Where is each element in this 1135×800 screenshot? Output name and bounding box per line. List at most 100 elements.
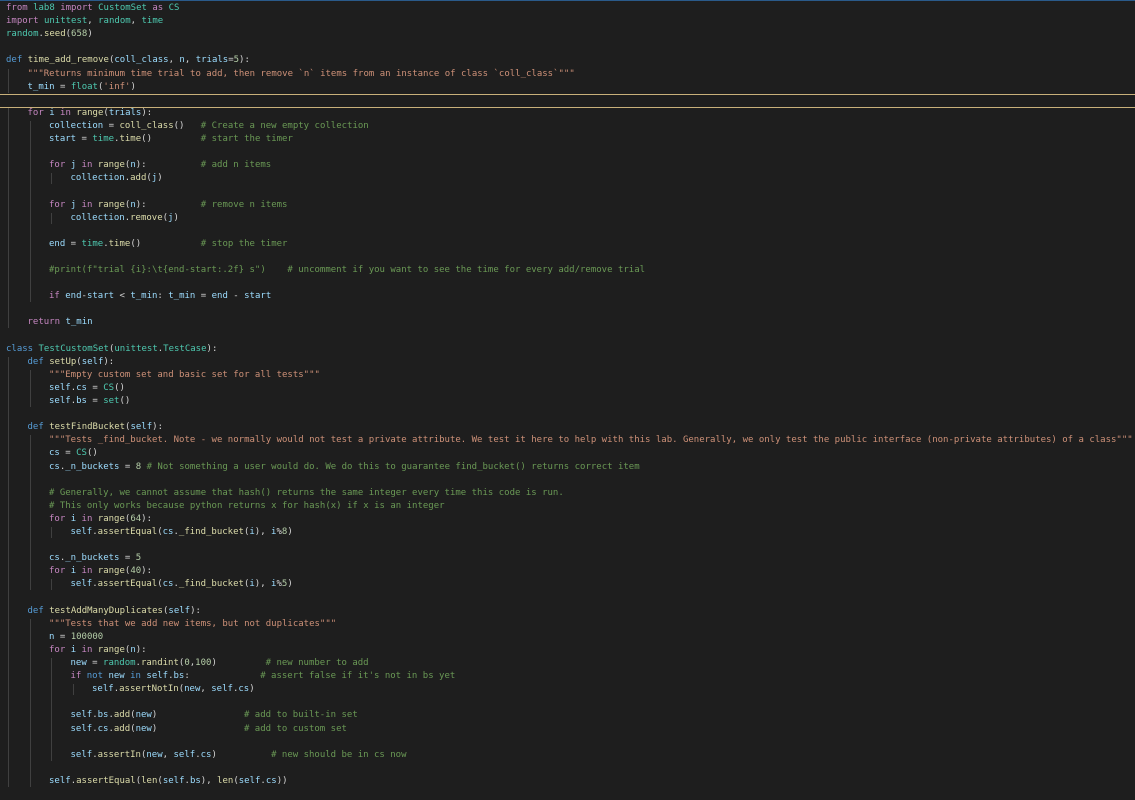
code-token: # add to built-in set [243, 710, 358, 721]
code-line[interactable] [0, 146, 1135, 159]
code-token: CustomSet [98, 3, 147, 13]
code-line[interactable]: """Returns minimum time trial to add, th… [0, 68, 1135, 81]
code-line[interactable]: self.bs = set() [0, 395, 1135, 408]
code-token: self [146, 671, 169, 682]
code-token: float [70, 81, 98, 92]
code-token: remove [130, 212, 163, 223]
code-line[interactable] [0, 736, 1135, 749]
code-line[interactable]: class TestCustomSet(unittest.TestCase): [0, 343, 1135, 356]
code-line[interactable]: for i in range(n): [0, 644, 1135, 657]
indent-guide [29, 369, 31, 408]
code-token: start [86, 291, 115, 302]
code-line[interactable]: if not new in self.bs: # assert false if… [0, 670, 1135, 683]
code-token: coll_class [119, 120, 174, 131]
code-token: lab8 [33, 3, 55, 13]
code-line[interactable] [0, 251, 1135, 264]
code-line[interactable]: random.seed(658) [0, 28, 1135, 41]
code-line[interactable]: self.assertEqual(cs._find_bucket(i), i%5… [0, 578, 1135, 591]
code-line[interactable]: collection.remove(j) [0, 212, 1135, 225]
code-line[interactable]: end = time.time() # stop the timer [0, 238, 1135, 251]
code-line[interactable]: t_min = float('inf') [0, 81, 1135, 94]
code-line[interactable]: #print(f"trial {i}:\t{end-start:.2f} s")… [0, 264, 1135, 277]
code-line[interactable]: for i in range(trials): [0, 107, 1135, 120]
code-line[interactable]: collection.add(j) [0, 172, 1135, 185]
code-line[interactable]: self.assertNotIn(new, self.cs) [0, 683, 1135, 696]
code-token: self [49, 396, 71, 406]
code-line[interactable]: collection = coll_class() # Create a new… [0, 120, 1135, 133]
code-token: ) [211, 749, 272, 760]
code-line[interactable]: self.cs.add(new) # add to custom set [0, 723, 1135, 736]
code-line[interactable]: def time_add_remove(coll_class, n, trial… [0, 54, 1135, 67]
code-line[interactable]: for i in range(40): [0, 565, 1135, 578]
code-line[interactable]: n = 100000 [0, 631, 1135, 644]
code-line[interactable] [0, 277, 1135, 290]
code-line[interactable] [0, 225, 1135, 238]
code-line[interactable]: self.cs = CS() [0, 382, 1135, 395]
code-token: () [130, 238, 201, 249]
code-token: : [157, 291, 169, 302]
code-token: ) [151, 723, 244, 734]
code-line[interactable] [0, 41, 1135, 54]
code-token: def [27, 356, 50, 367]
code-line[interactable]: def setUp(self): [0, 356, 1135, 369]
code-editor[interactable]: from lab8 import CustomSet as CS import u… [0, 0, 1135, 800]
code-line[interactable]: cs = CS() [0, 447, 1135, 460]
code-token: bs [173, 671, 185, 682]
code-line[interactable] [0, 330, 1135, 343]
code-token: cs [76, 382, 87, 393]
code-line[interactable]: start = time.time() # start the timer [0, 133, 1135, 146]
code-line[interactable]: for i in range(64): [0, 513, 1135, 526]
code-line[interactable]: self.assertIn(new, self.cs) # new should… [0, 749, 1135, 762]
code-line[interactable]: new = random.randint(0,100) # new number… [0, 657, 1135, 670]
code-token: - [227, 291, 245, 302]
code-token: ): [141, 513, 152, 524]
code-line[interactable] [0, 474, 1135, 487]
code-token: new [135, 710, 152, 721]
code-line[interactable]: for j in range(n): # add n items [0, 159, 1135, 172]
code-token: end [49, 238, 66, 249]
code-token: time [92, 134, 115, 144]
code-line[interactable]: # This only works because python returns… [0, 500, 1135, 513]
code-line[interactable] [0, 408, 1135, 421]
code-token: _find_bucket [178, 527, 244, 537]
code-line[interactable] [0, 762, 1135, 775]
code-line[interactable]: if end-start < t_min: t_min = end - star… [0, 290, 1135, 303]
code-line[interactable] [0, 696, 1135, 709]
indent-guide [51, 212, 52, 224]
code-line[interactable]: def testFindBucket(self): [0, 421, 1135, 434]
code-token: in [76, 566, 98, 577]
code-line[interactable]: cs._n_buckets = 5 [0, 552, 1135, 565]
code-line[interactable] [0, 303, 1135, 316]
code-line[interactable]: """Tests _find_bucket. Note - we normall… [0, 434, 1135, 447]
code-token: () [86, 448, 98, 459]
code-line[interactable]: import unittest, random, time [0, 15, 1135, 28]
code-line[interactable]: cs._n_buckets = 8 # Not something a user… [0, 461, 1135, 474]
code-line[interactable]: def testAddManyDuplicates(self): [0, 605, 1135, 618]
code-line[interactable]: # Generally, we cannot assume that hash(… [0, 487, 1135, 500]
code-line[interactable] [0, 592, 1135, 605]
code-line[interactable]: return t_min [0, 316, 1135, 329]
code-token: cs [162, 579, 174, 590]
code-token: #print(f"trial {i}:\t{end-start:.2f} s")… [49, 265, 646, 275]
code-line[interactable]: """Empty custom set and basic set for al… [0, 369, 1135, 382]
code-token: time [81, 238, 104, 249]
code-line[interactable]: self.assertEqual(cs._find_bucket(i), i%8… [0, 526, 1135, 539]
code-line[interactable] [0, 539, 1135, 552]
code-line[interactable]: for j in range(n): # remove n items [0, 199, 1135, 212]
code-text: # This only works because python returns… [49, 500, 445, 513]
code-text: def testFindBucket(self): [28, 421, 164, 434]
code-token: , [130, 16, 142, 27]
current-line[interactable] [0, 93, 1135, 108]
code-line[interactable]: """Tests that we add new items, but not … [0, 618, 1135, 631]
code-token: 40 [130, 566, 142, 577]
code-line[interactable] [0, 185, 1135, 198]
code-token: time [108, 238, 131, 249]
code-token: cs [49, 461, 60, 472]
code-text: self.assertEqual(cs._find_bucket(i), i%5… [71, 578, 293, 591]
code-line[interactable]: from lab8 import CustomSet as CS [0, 2, 1135, 15]
code-line[interactable]: self.assertEqual(len(self.bs), len(self.… [0, 775, 1135, 788]
code-token: randint [140, 658, 179, 668]
code-token: self [168, 605, 191, 616]
code-line[interactable]: self.bs.add(new) # add to built-in set [0, 709, 1135, 722]
code-token: in [76, 513, 98, 524]
